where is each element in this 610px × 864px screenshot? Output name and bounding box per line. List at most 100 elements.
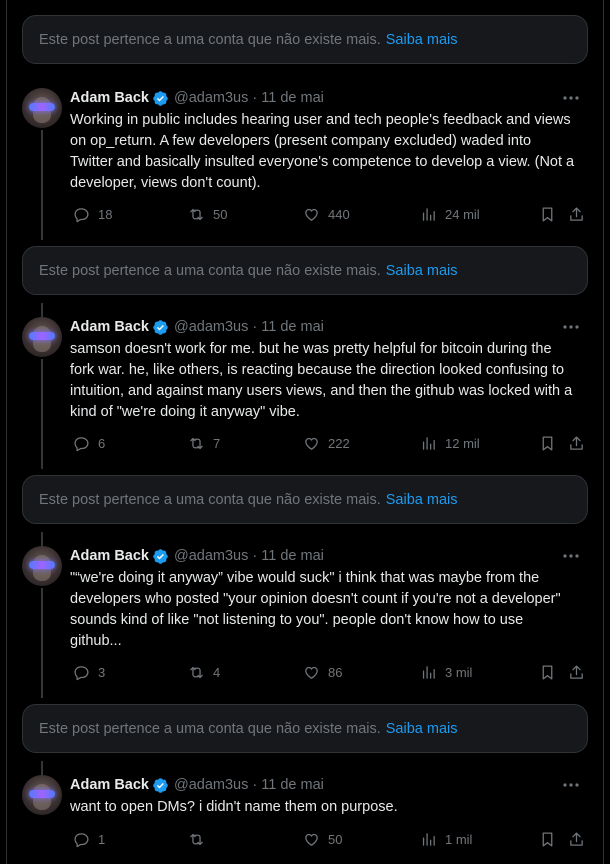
like-icon: [305, 833, 318, 846]
like-button[interactable]: 50: [303, 829, 342, 849]
learn-more-link[interactable]: Saiba mais: [386, 32, 458, 48]
reply-icon: [74, 436, 89, 451]
verified-icon: [153, 319, 168, 335]
bookmark-icon: [542, 206, 553, 222]
views-button[interactable]: 1 mil: [420, 829, 472, 849]
more-icon[interactable]: [562, 775, 580, 795]
repost-button[interactable]: 7: [188, 433, 220, 453]
views-icon: [422, 665, 435, 679]
share-icon: [570, 435, 583, 450]
bookmark-icon: [542, 664, 553, 680]
share-button[interactable]: [568, 204, 585, 224]
views-icon: [422, 207, 435, 221]
repost-button[interactable]: [188, 829, 213, 849]
thread-line: [41, 303, 43, 318]
tweet[interactable]: Adam Back @adam3us · 11 de mai "“we're d…: [22, 546, 588, 686]
views-button[interactable]: 12 mil: [420, 433, 480, 453]
view-count: 12 mil: [445, 435, 480, 451]
verified-icon: [153, 777, 168, 793]
more-icon[interactable]: [562, 88, 580, 108]
tweet[interactable]: Adam Back @adam3us · 11 de mai samson do…: [22, 317, 588, 457]
views-icon: [422, 832, 435, 846]
share-button[interactable]: [568, 829, 585, 849]
view-count: 1 mil: [445, 831, 473, 847]
reply-button[interactable]: 3: [73, 662, 105, 682]
tweet-text: want to open DMs? i didn't name them on …: [70, 799, 398, 815]
avatar[interactable]: [22, 775, 62, 815]
views-button[interactable]: 3 mil: [420, 662, 472, 682]
share-icon: [570, 831, 583, 846]
like-count: 440: [328, 206, 350, 222]
share-button[interactable]: [568, 662, 585, 682]
bookmark-icon: [542, 435, 553, 451]
bookmark-button[interactable]: [539, 433, 556, 453]
share-button[interactable]: [568, 433, 585, 453]
more-icon[interactable]: [562, 546, 580, 566]
tweet-actions: 6 7 222 12 mil: [70, 433, 588, 453]
reply-icon: [74, 207, 89, 222]
like-button[interactable]: 86: [303, 662, 342, 682]
like-button[interactable]: 222: [303, 433, 350, 453]
bookmark-button[interactable]: [539, 204, 556, 224]
notice-text: Este post pertence a uma conta que não e…: [39, 31, 381, 48]
tweet[interactable]: Adam Back @adam3us · 11 de mai Working i…: [22, 88, 588, 228]
learn-more-link[interactable]: Saiba mais: [386, 263, 458, 279]
post-date[interactable]: 11 de mai: [261, 319, 324, 335]
reply-count: 1: [98, 831, 106, 847]
like-icon: [305, 666, 318, 679]
author-handle[interactable]: @adam3us: [174, 777, 248, 793]
like-icon: [305, 437, 318, 450]
repost-icon: [190, 437, 203, 449]
reply-count: 18: [98, 206, 113, 222]
tweet-actions: 1 50 1 mil: [70, 829, 588, 849]
learn-more-link[interactable]: Saiba mais: [386, 492, 458, 508]
views-button[interactable]: 24 mil: [420, 204, 480, 224]
verified-icon: [153, 90, 168, 106]
author-name[interactable]: Adam Back: [70, 548, 149, 564]
post-date[interactable]: 11 de mai: [261, 548, 324, 564]
share-icon: [570, 664, 583, 679]
author-name[interactable]: Adam Back: [70, 319, 149, 335]
views-icon: [422, 436, 435, 450]
more-icon[interactable]: [562, 317, 580, 337]
author-handle[interactable]: @adam3us: [174, 548, 248, 564]
like-count: 222: [328, 435, 350, 451]
reply-icon: [74, 832, 89, 847]
tweet-text: samson doesn't work for me. but he was p…: [70, 341, 573, 420]
author-name[interactable]: Adam Back: [70, 777, 149, 793]
reply-icon: [74, 665, 89, 680]
like-icon: [305, 208, 318, 221]
bookmark-button[interactable]: [539, 829, 556, 849]
view-count: 24 mil: [445, 206, 480, 222]
share-icon: [570, 206, 583, 221]
tweet-text: Working in public includes hearing user …: [70, 112, 575, 191]
repost-icon: [190, 666, 203, 678]
like-button[interactable]: 440: [303, 204, 350, 224]
repost-count: 7: [213, 435, 221, 451]
learn-more-link[interactable]: Saiba mais: [386, 721, 458, 737]
unavailable-post-notice: Este post pertence a uma conta que não e…: [22, 475, 588, 524]
reply-button[interactable]: 18: [73, 204, 112, 224]
author-handle[interactable]: @adam3us: [174, 90, 248, 106]
bookmark-button[interactable]: [539, 662, 556, 682]
thread-line: [41, 761, 43, 776]
avatar[interactable]: [22, 88, 62, 128]
reply-button[interactable]: 6: [73, 433, 105, 453]
notice-text: Este post pertence a uma conta que não e…: [39, 491, 381, 508]
avatar[interactable]: [22, 317, 62, 357]
author-handle[interactable]: @adam3us: [174, 319, 248, 335]
unavailable-post-notice: Este post pertence a uma conta que não e…: [22, 246, 588, 295]
repost-button[interactable]: 4: [188, 662, 220, 682]
reply-button[interactable]: 1: [73, 829, 105, 849]
author-name[interactable]: Adam Back: [70, 90, 149, 106]
like-count: 50: [328, 831, 343, 847]
repost-button[interactable]: 50: [188, 204, 227, 224]
repost-icon: [190, 833, 203, 845]
avatar[interactable]: [22, 546, 62, 586]
post-date[interactable]: 11 de mai: [261, 90, 324, 106]
bookmark-icon: [542, 831, 553, 847]
tweet[interactable]: Adam Back @adam3us · 11 de mai want to o…: [22, 775, 588, 855]
post-date[interactable]: 11 de mai: [261, 777, 324, 793]
unavailable-post-notice: Este post pertence a uma conta que não e…: [22, 704, 588, 753]
notice-text: Este post pertence a uma conta que não e…: [39, 262, 381, 279]
